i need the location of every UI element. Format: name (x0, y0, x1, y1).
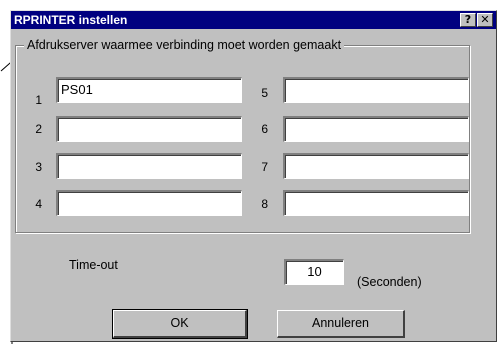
server-3-field[interactable] (56, 153, 242, 179)
server-3-label: 3 (35, 160, 42, 174)
server-8-label: 8 (261, 197, 268, 211)
server-4-field[interactable] (56, 190, 242, 216)
server-2-label: 2 (35, 122, 42, 136)
server-1-field[interactable]: PS01 (56, 77, 242, 103)
server-5-label: 5 (261, 86, 268, 100)
help-button[interactable]: ? (460, 13, 476, 27)
server-1-label: 1 (35, 93, 42, 107)
close-icon: ✕ (480, 13, 490, 26)
server-6-field[interactable] (283, 116, 469, 142)
timeout-field[interactable]: 10 (284, 259, 344, 285)
timeout-label: Time-out (69, 258, 118, 272)
server-4-label: 4 (35, 197, 42, 211)
cancel-button[interactable]: Annuleren (277, 310, 405, 338)
window-title: RPRINTER instellen (14, 13, 128, 27)
server-6-label: 6 (261, 122, 268, 136)
help-icon: ? (464, 13, 472, 26)
server-7-field[interactable] (283, 153, 469, 179)
server-2-field[interactable] (56, 116, 242, 142)
title-bar: RPRINTER instellen ? ✕ (11, 11, 496, 29)
server-8-field[interactable] (283, 190, 469, 216)
ok-button[interactable]: OK (112, 309, 248, 339)
seconds-unit-label: (Seconden) (357, 275, 422, 289)
server-7-label: 7 (261, 160, 268, 174)
close-button[interactable]: ✕ (477, 13, 493, 27)
server-5-field[interactable] (283, 77, 469, 103)
groupbox-legend: Afdrukserver waarmee verbinding moet wor… (24, 38, 345, 52)
